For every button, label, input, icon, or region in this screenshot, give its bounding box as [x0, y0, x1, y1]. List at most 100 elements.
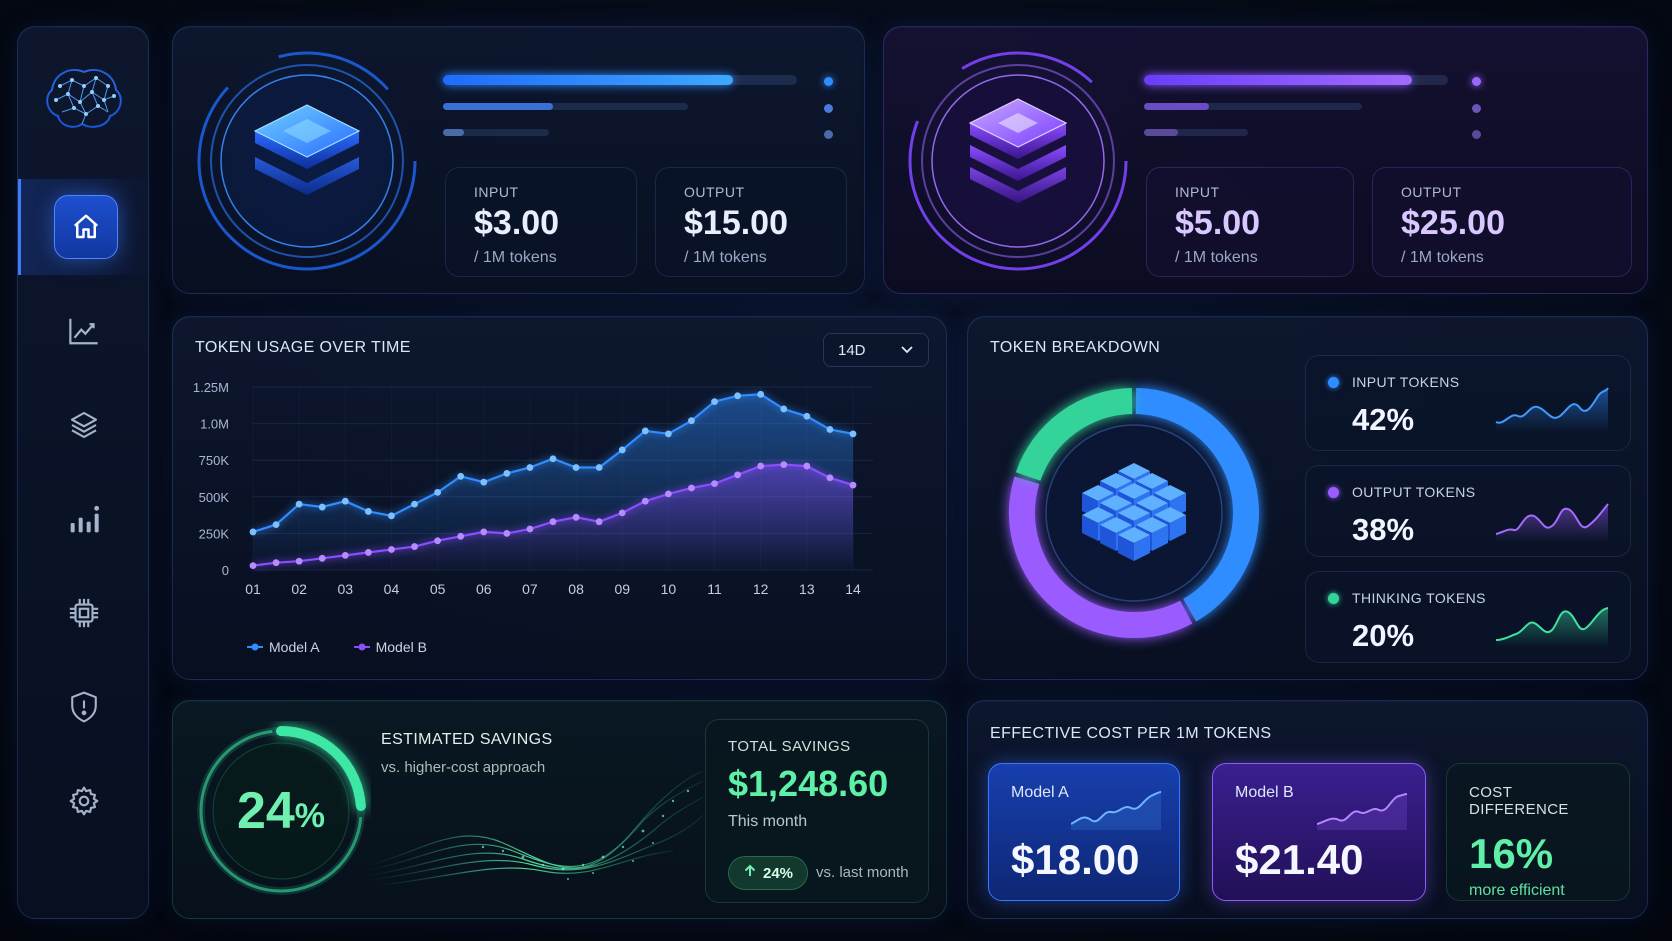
sidebar-item-reports[interactable]	[18, 471, 150, 567]
breakdown-card-output: OUTPUT TOKENS 38%	[1305, 465, 1631, 557]
output-price-value: $25.00	[1401, 204, 1505, 242]
data-point	[572, 513, 580, 521]
sidebar-item-analytics[interactable]	[18, 283, 150, 379]
output-price-value: $15.00	[684, 204, 788, 242]
x-tick-label: 01	[245, 581, 261, 597]
data-point	[780, 405, 788, 413]
data-point	[780, 461, 788, 468]
sidebar-item-compute[interactable]	[18, 565, 150, 661]
data-point	[664, 490, 672, 498]
ring-value: 24	[236, 782, 295, 840]
breakdown-card-input: INPUT TOKENS 42%	[1305, 355, 1631, 451]
model-b-cost-value: $21.40	[1235, 836, 1364, 883]
breakdown-label: INPUT TOKENS	[1352, 374, 1460, 390]
output-sparkline	[1495, 503, 1609, 542]
panel-title: EFFECTIVE COST PER 1M TOKENS	[990, 725, 1272, 742]
effective-cost-panel: EFFECTIVE COST PER 1M TOKENS Model A $18…	[967, 700, 1648, 919]
token-breakdown-panel: TOKEN BREAKDOWN INPUT TOKENS 42% OUTPUT …	[967, 316, 1648, 680]
data-point	[434, 489, 442, 496]
data-point	[388, 512, 395, 520]
total-savings-card: TOTAL SAVINGS $1,248.60 This month 24% v…	[705, 719, 929, 903]
data-point	[711, 480, 718, 488]
model-b-bar-2	[1144, 103, 1362, 110]
data-point	[295, 500, 303, 508]
y-tick-label: 1.25M	[193, 380, 229, 395]
input-price-value: $5.00	[1175, 204, 1261, 242]
data-point	[618, 446, 626, 454]
data-point	[272, 521, 280, 529]
input-price-unit: / 1M tokens	[1175, 249, 1258, 266]
data-point	[803, 462, 811, 470]
model-b-output-price: OUTPUT $25.00 / 1M tokens	[1372, 167, 1632, 277]
data-point	[803, 412, 811, 420]
data-point	[318, 554, 326, 562]
x-tick-label: 11	[707, 581, 722, 597]
sidebar-item-settings[interactable]	[18, 753, 150, 849]
savings-ring-label: 24%	[191, 721, 371, 901]
total-savings-value: $1,248.60	[728, 763, 889, 804]
breakdown-value: 42%	[1352, 402, 1415, 437]
token-usage-panel: 0 250K 500K 750K 1.0M 1.25M 01 02 03 04 05 06 07 08 09…	[172, 316, 947, 680]
data-point	[849, 430, 857, 438]
model-a-bar-3	[443, 129, 549, 136]
model-b-emblem	[902, 45, 1134, 277]
x-tick-label: 12	[753, 581, 769, 597]
range-select[interactable]: 14D	[823, 333, 929, 367]
data-point	[364, 508, 372, 515]
data-point	[618, 509, 626, 517]
x-tick-label: 03	[338, 581, 354, 597]
thinking-sparkline	[1495, 607, 1609, 648]
panel-title: TOKEN USAGE OVER TIME	[195, 339, 411, 356]
model-a-emblem	[191, 45, 423, 277]
arrow-up-icon	[743, 864, 757, 882]
x-tick-label: 07	[522, 581, 538, 597]
chevron-down-icon	[900, 342, 914, 359]
token-breakdown-donut	[1004, 383, 1264, 643]
input-label: INPUT	[1175, 184, 1220, 200]
gear-icon	[68, 785, 100, 817]
total-savings-label: TOTAL SAVINGS	[728, 738, 851, 755]
breakdown-value: 20%	[1352, 618, 1415, 653]
x-tick-label: 04	[384, 581, 400, 597]
data-point	[734, 392, 742, 400]
data-point	[526, 525, 534, 533]
input-price-value: $3.00	[474, 204, 560, 242]
panel-title: TOKEN BREAKDOWN	[990, 339, 1161, 356]
legend-label: Model A	[269, 639, 320, 655]
data-point	[457, 472, 465, 480]
input-sparkline	[1495, 387, 1609, 432]
breakdown-value: 38%	[1352, 512, 1415, 547]
data-point	[711, 398, 718, 406]
data-point	[549, 455, 557, 463]
sidebar-item-security[interactable]	[18, 659, 150, 755]
model-a-pricing-card: INPUT $3.00 / 1M tokens OUTPUT $15.00 / …	[172, 26, 865, 294]
breakdown-label: THINKING TOKENS	[1352, 590, 1486, 606]
data-point	[595, 464, 603, 471]
data-point	[434, 537, 442, 545]
shield-icon	[68, 690, 100, 724]
model-a-bar-1	[443, 75, 797, 85]
model-b-dot-2	[1472, 104, 1481, 113]
status-dot	[1328, 487, 1339, 498]
model-a-dot-1	[824, 77, 833, 86]
data-point	[388, 546, 395, 553]
model-a-sparkline	[1071, 791, 1161, 830]
sidebar	[17, 26, 150, 919]
savings-wave-graphic	[363, 770, 703, 887]
sidebar-item-home[interactable]	[18, 179, 150, 275]
model-a-dot-2	[824, 104, 833, 113]
model-b-bar-3	[1144, 129, 1248, 136]
input-label: INPUT	[474, 184, 519, 200]
x-tick-label: 13	[799, 581, 815, 597]
sidebar-item-models[interactable]	[18, 377, 150, 473]
data-point	[664, 430, 672, 438]
ring-unit: %	[294, 796, 326, 835]
model-b-pricing-card: INPUT $5.00 / 1M tokens OUTPUT $25.00 / …	[883, 26, 1648, 294]
change-note: vs. last month	[816, 864, 909, 881]
output-price-unit: / 1M tokens	[684, 249, 767, 266]
x-tick-label: 08	[568, 581, 584, 597]
output-label: OUTPUT	[684, 184, 745, 200]
data-point	[318, 503, 326, 511]
chart-legend: Model A Model B	[247, 639, 427, 655]
output-price-unit: / 1M tokens	[1401, 249, 1484, 266]
